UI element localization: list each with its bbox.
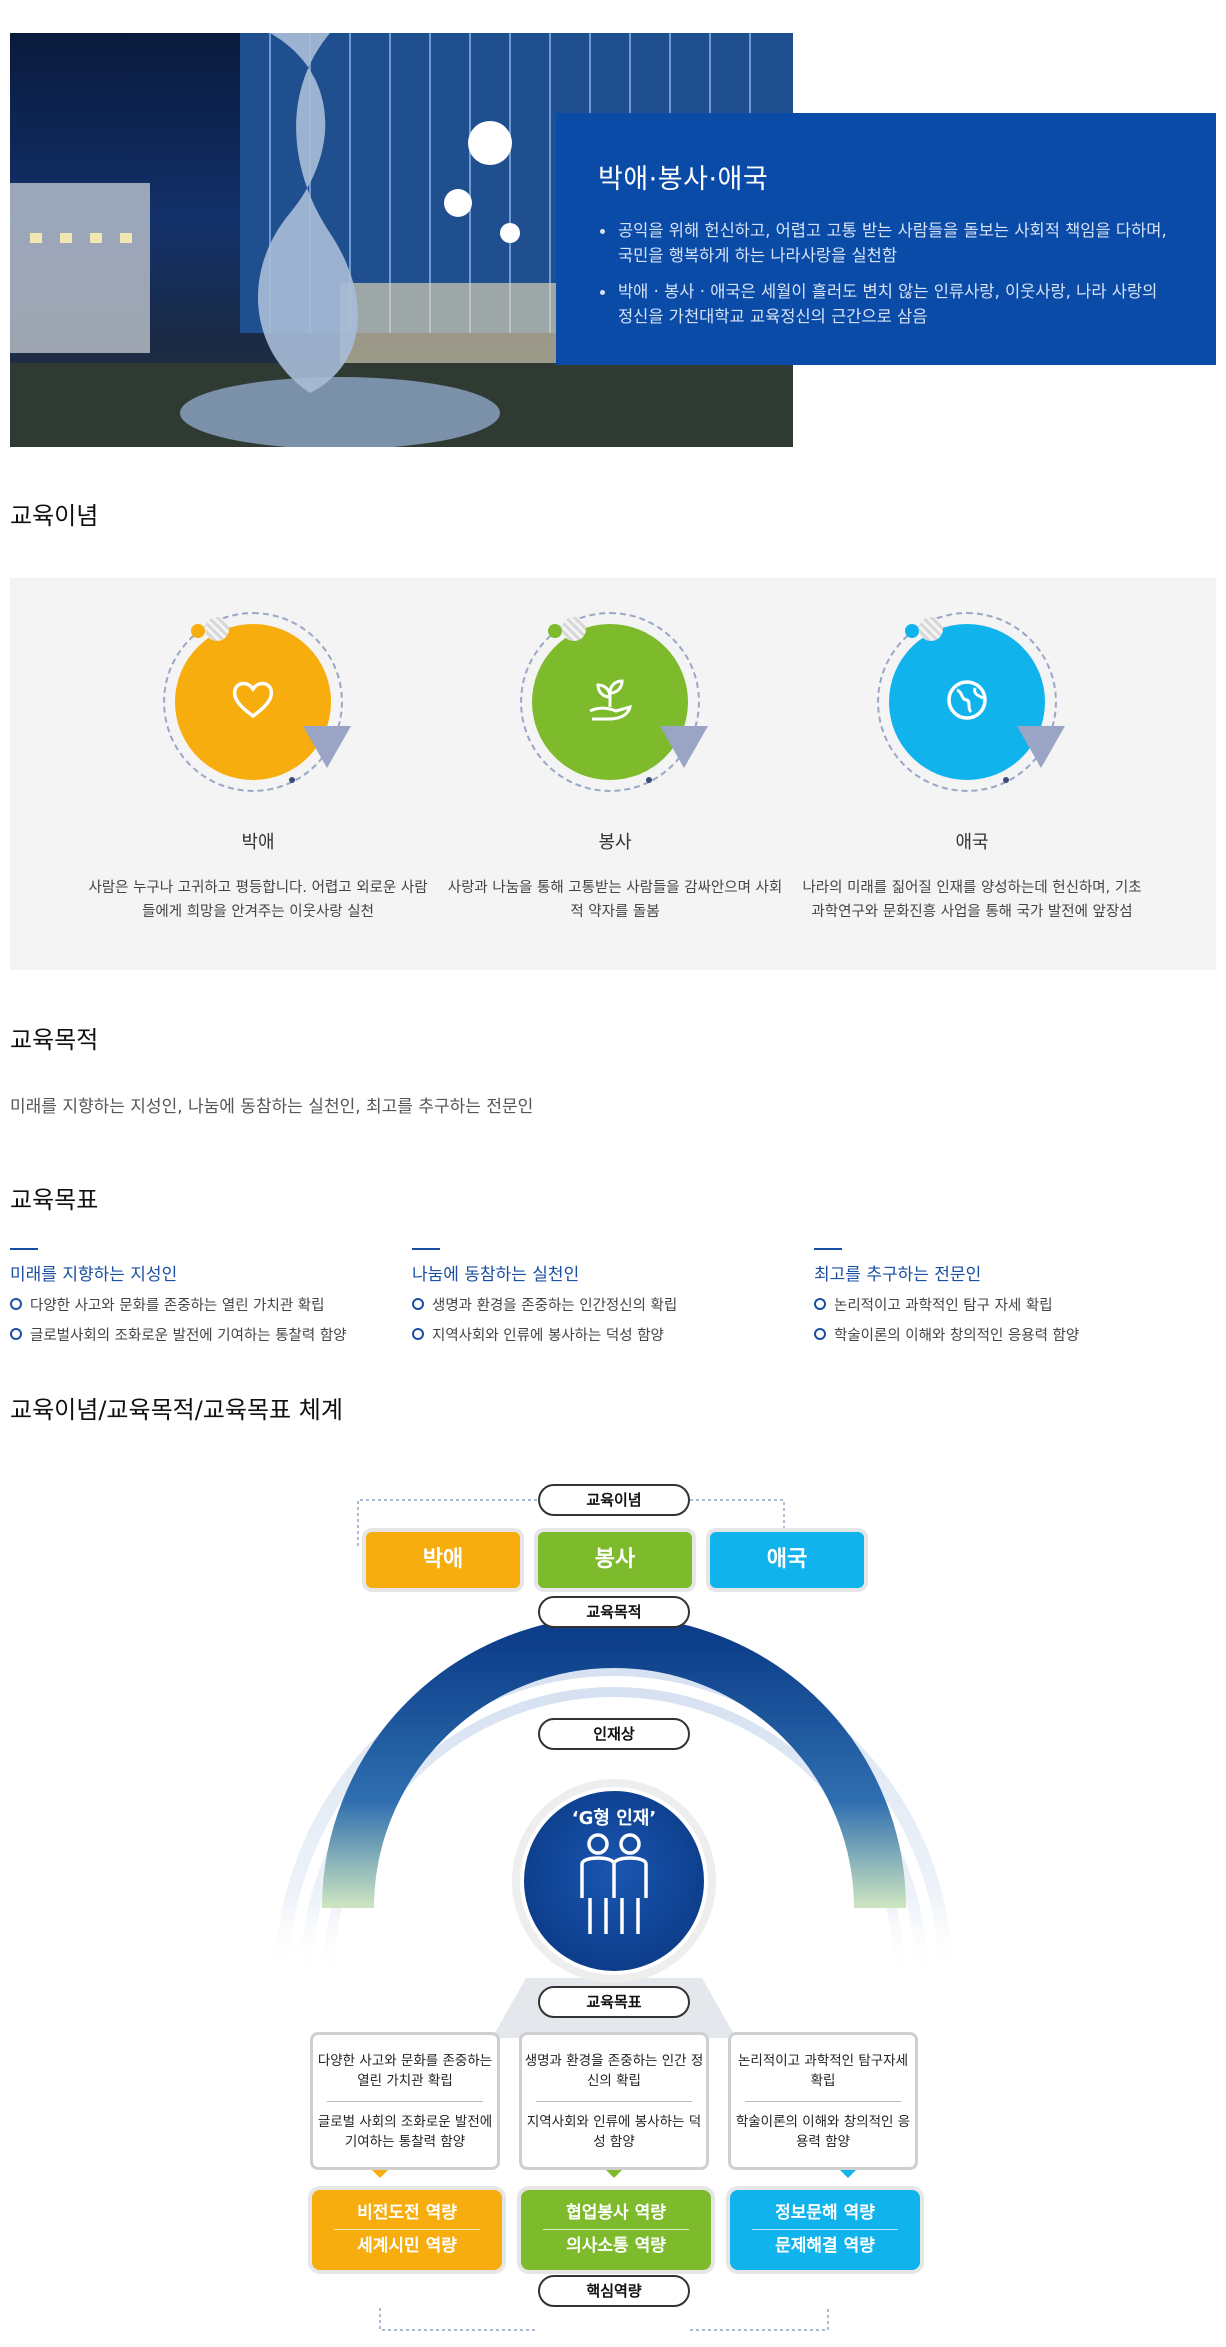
goal-box: 다양한 사고와 문화를 존중하는 열린 가치관 확립 글로벌 사회의 조화로운 … (310, 2032, 500, 2170)
goal-box: 논리적이고 과학적인 탐구자세 확립 학술이론의 이해와 창의적인 응용력 함양 (728, 2032, 918, 2170)
target-item: 다양한 사고와 문화를 존중하는 열린 가치관 확립 (10, 1294, 410, 1315)
philosophy-item: 박애 사람은 누구나 고귀하고 평등합니다. 어렵고 외로운 사람들에게 희망을… (78, 578, 438, 924)
value-service: 봉사 (538, 1532, 692, 1588)
target-item: 생명과 환경을 존중하는 인간정신의 확립 (412, 1294, 812, 1315)
philosophy-name: 봉사 (598, 832, 632, 853)
competency-box: 정보문해 역량 문제해결 역량 (730, 2190, 920, 2270)
philosophy-name: 애국 (955, 832, 989, 853)
competency-box: 비전도전 역량 세계시민 역량 (312, 2190, 502, 2270)
competency-label: 의사소통 역량 (566, 2236, 666, 2256)
philosophy-desc: 사람은 누구나 고귀하고 평등합니다. 어렵고 외로운 사람들에게 희망을 안겨… (88, 880, 428, 920)
label-goals: 교육목표 (538, 1986, 690, 2018)
goal-box-line: 다양한 사고와 문화를 존중하는 열린 가치관 확립 (317, 2053, 493, 2089)
target-column: 최고를 추구하는 전문인 논리적이고 과학적인 탐구 자세 확립 학술이론의 이… (814, 1248, 1214, 1345)
philosophy-name: 박애 (241, 832, 275, 853)
goal-box: 생명과 환경을 존중하는 인간 정신의 확립 지역사회와 인류에 봉사하는 덕성… (519, 2032, 709, 2170)
hero-text-box: 박애·봉사·애국 공익을 위해 헌신하고, 어렵고 고통 받는 사람들을 돌보는… (556, 113, 1216, 365)
label-competency: 핵심역량 (538, 2275, 690, 2307)
target-title: 미래를 지향하는 지성인 (10, 1265, 178, 1285)
education-system-diagram: 미래를 지향하는 지성인 • 나눔에 동참하는 실천인 • 최고를 추구하는 전… (276, 1478, 952, 2338)
globe-icon (945, 678, 989, 726)
philosophy-item: 애국 나라의 미래를 짊어질 인재를 양성하는데 헌신하며, 기초과학연구와 문… (792, 578, 1152, 924)
label-philosophy: 교육이념 (538, 1484, 690, 1516)
target-title: 나눔에 동참하는 실천인 (412, 1265, 580, 1285)
competency-label: 비전도전 역량 (357, 2203, 457, 2223)
purpose-text: 미래를 지향하는 지성인, 나눔에 동참하는 실천인, 최고를 추구하는 전문인 (10, 1097, 534, 1117)
hero-bullet: 공익을 위해 헌신하고, 어렵고 고통 받는 사람들을 돌보는 사회적 책임을 … (598, 218, 1176, 268)
competency-label: 정보문해 역량 (775, 2203, 875, 2223)
philosophy-heading: 교육이념 (10, 502, 99, 530)
heart-icon (231, 680, 275, 724)
target-item: 학술이론의 이해와 창의적인 응용력 함양 (814, 1324, 1214, 1345)
target-item: 논리적이고 과학적인 탐구 자세 확립 (814, 1294, 1214, 1315)
hero-section: 박애·봉사·애국 공익을 위해 헌신하고, 어렵고 고통 받는 사람들을 돌보는… (10, 33, 1216, 447)
label-purpose: 교육목적 (538, 1596, 690, 1628)
competency-label: 문제해결 역량 (775, 2236, 875, 2256)
target-title: 최고를 추구하는 전문인 (814, 1265, 982, 1285)
competency-box: 협업봉사 역량 의사소통 역량 (521, 2190, 711, 2270)
hero-title: 박애·봉사·애국 (598, 164, 769, 195)
goal-box-line: 글로벌 사회의 조화로운 발전에 기여하는 통찰력 함양 (317, 2114, 493, 2150)
goal-box-line: 생명과 환경을 존중하는 인간 정신의 확립 (524, 2053, 704, 2089)
system-heading: 교육이념/교육목적/교육목표 체계 (10, 1396, 343, 1424)
g-type-talent-label: ‘G형 인재’ (572, 1808, 656, 1829)
goal-box-line: 학술이론의 이해와 창의적인 응용력 함양 (735, 2114, 911, 2150)
target-item: 지역사회와 인류에 봉사하는 덕성 함양 (412, 1324, 812, 1345)
competency-label: 세계시민 역량 (357, 2236, 457, 2256)
value-charity: 박애 (366, 1532, 520, 1588)
philosophy-item: 봉사 사랑과 나눔을 통해 고통받는 사람들을 감싸안으며 사회적 약자를 돌봄 (435, 578, 795, 924)
competency-label: 협업봉사 역량 (566, 2203, 666, 2223)
targets-columns: 미래를 지향하는 지성인 다양한 사고와 문화를 존중하는 열린 가치관 확립 … (10, 1248, 1216, 1348)
sprout-in-hand-icon (586, 677, 634, 727)
philosophy-desc: 사랑과 나눔을 통해 고통받는 사람들을 감싸안으며 사회적 약자를 돌봄 (447, 880, 783, 920)
philosophy-panel: 박애 사람은 누구나 고귀하고 평등합니다. 어렵고 외로운 사람들에게 희망을… (10, 578, 1216, 970)
goal-box-line: 지역사회와 인류에 봉사하는 덕성 함양 (526, 2114, 702, 2150)
target-column: 미래를 지향하는 지성인 다양한 사고와 문화를 존중하는 열린 가치관 확립 … (10, 1248, 410, 1345)
value-patriotism: 애국 (710, 1532, 864, 1588)
label-talent: 인재상 (538, 1718, 690, 1750)
goal-box-line: 논리적이고 과학적인 탐구자세 확립 (737, 2053, 909, 2089)
philosophy-desc: 나라의 미래를 짊어질 인재를 양성하는데 헌신하며, 기초과학연구와 문화진흥… (802, 880, 1142, 920)
purpose-heading: 교육목적 (10, 1026, 99, 1054)
targets-heading: 교육목표 (10, 1186, 99, 1214)
hero-bullet: 박애 · 봉사 · 애국은 세월이 흘러도 변치 않는 인류사랑, 이웃사랑, … (598, 279, 1176, 329)
target-item: 글로벌사회의 조화로운 발전에 기여하는 통찰력 함양 (10, 1324, 410, 1345)
hero-bullet-list: 공익을 위해 헌신하고, 어렵고 고통 받는 사람들을 돌보는 사회적 책임을 … (598, 218, 1176, 329)
target-column: 나눔에 동참하는 실천인 생명과 환경을 존중하는 인간정신의 확립 지역사회와… (412, 1248, 812, 1345)
